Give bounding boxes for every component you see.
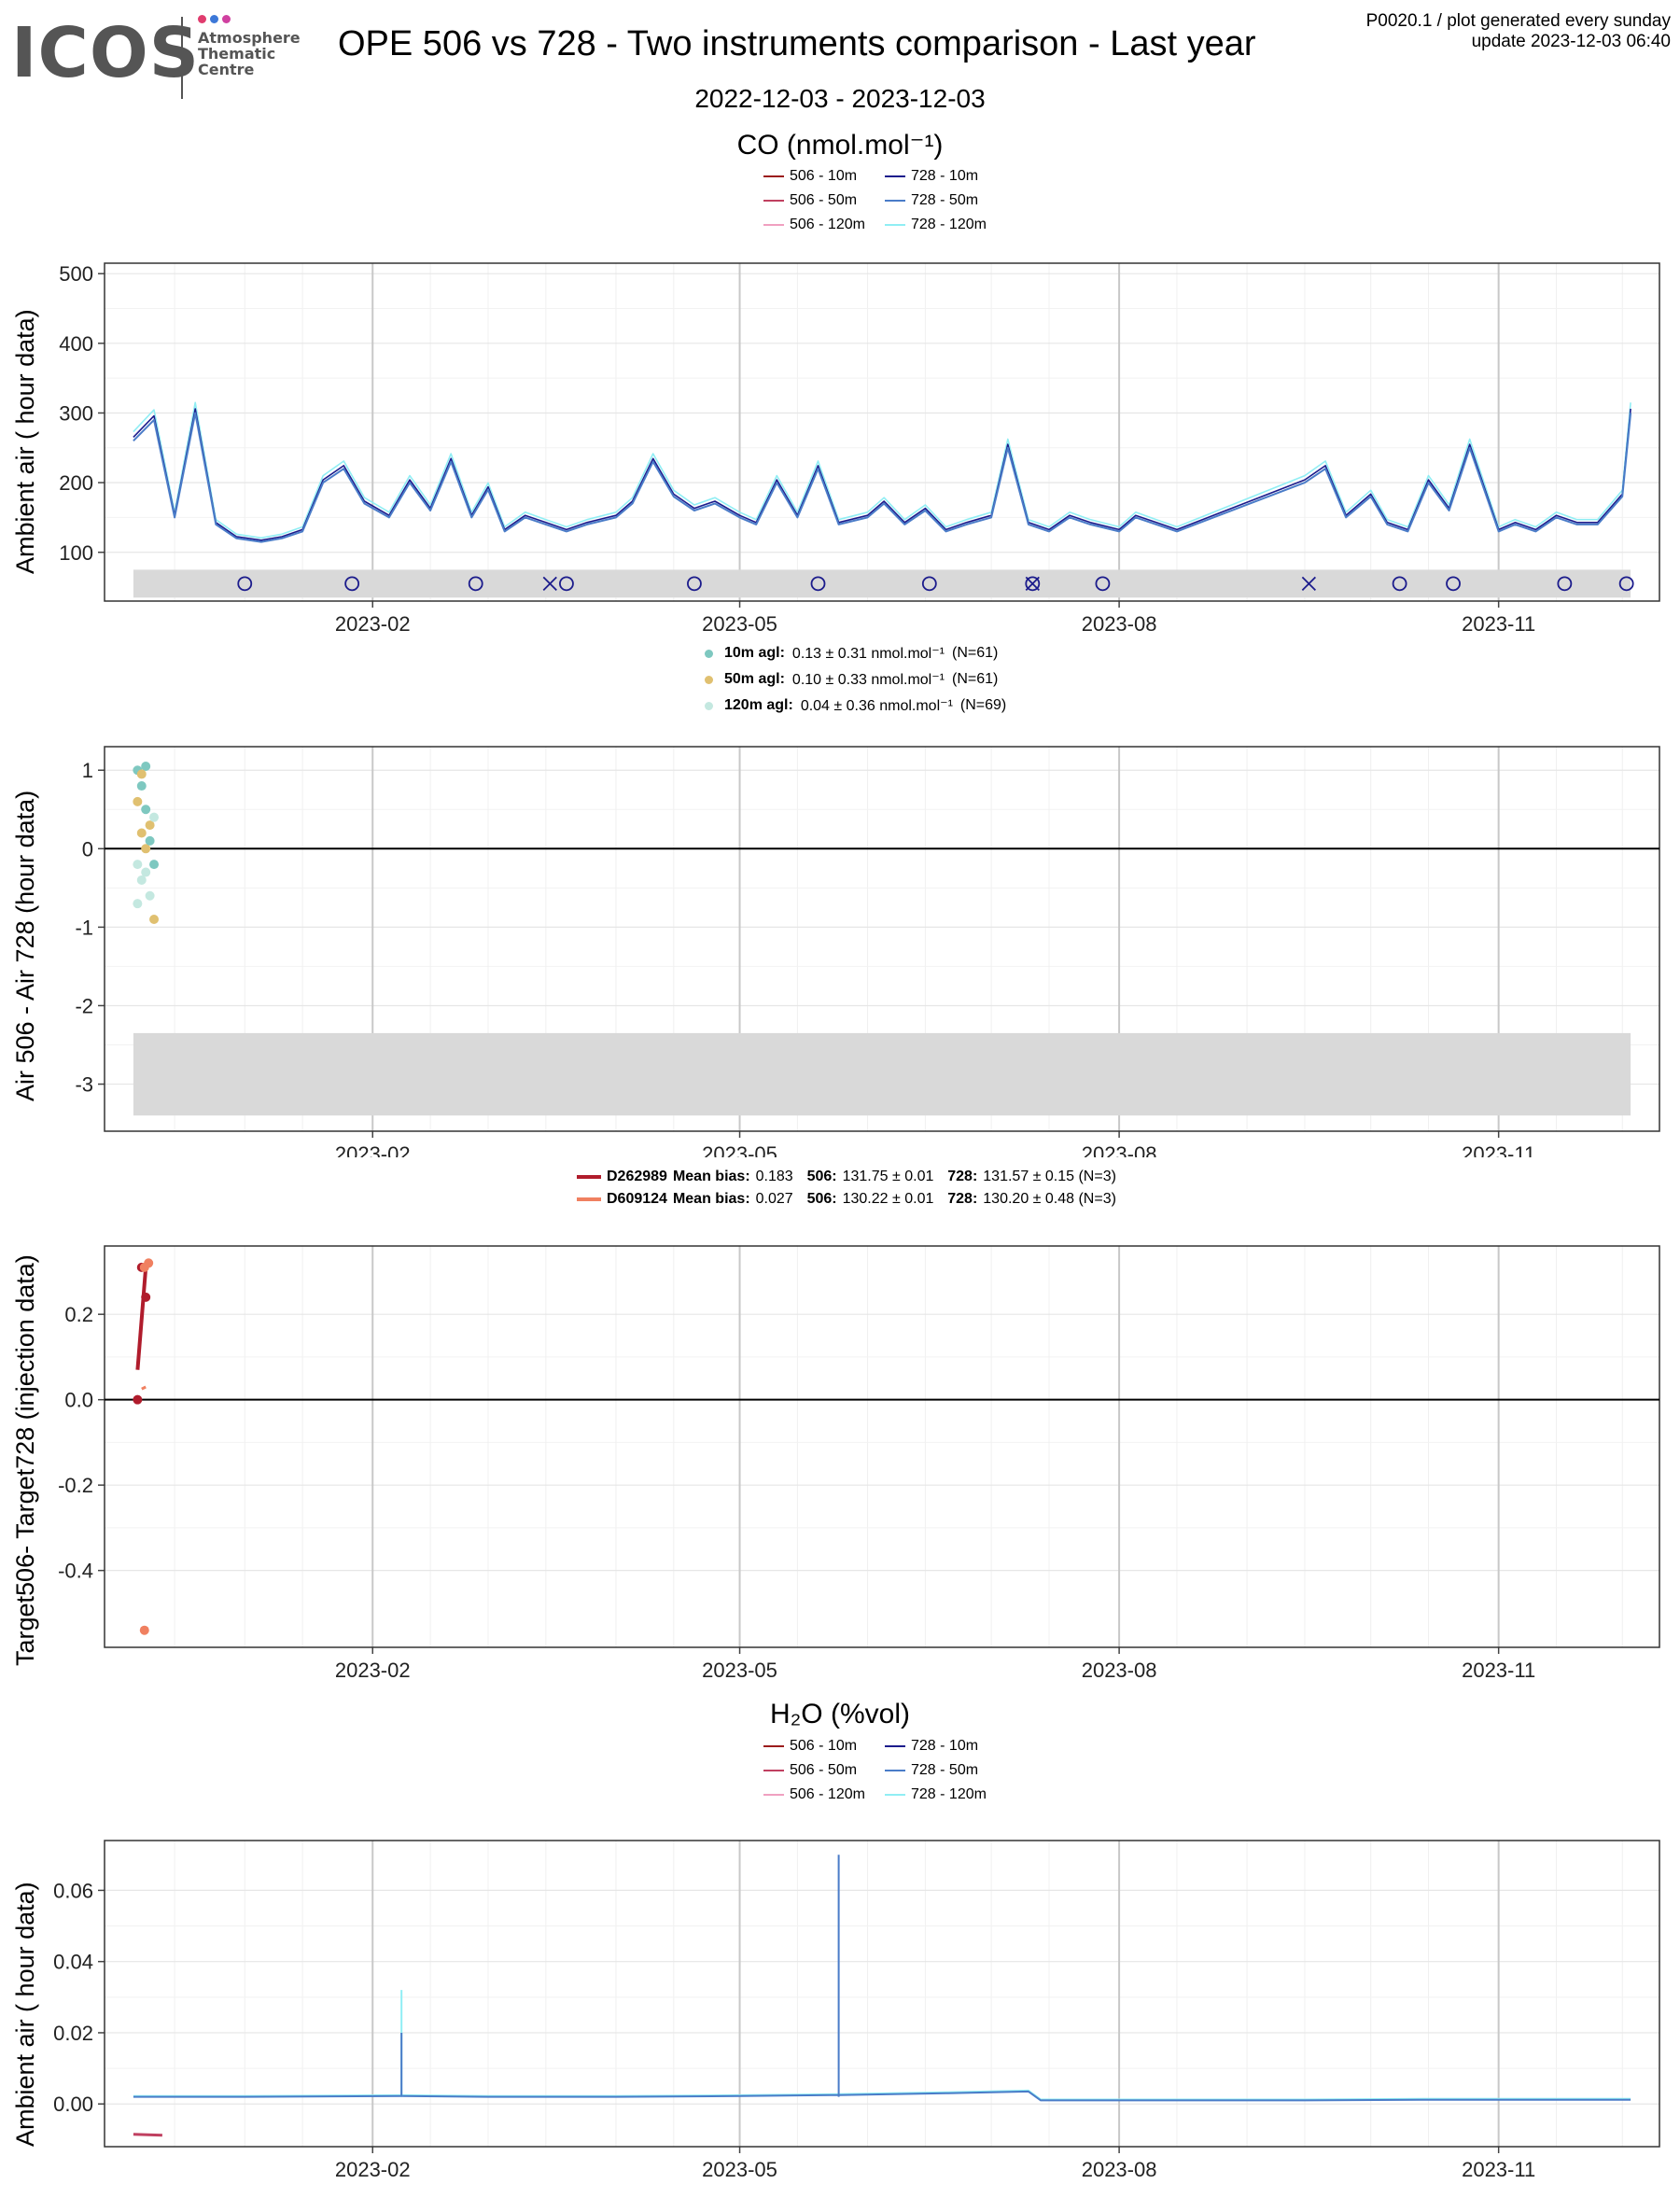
icos-logo: ICOS Atmosphere Thematic Centre (11, 13, 301, 99)
logo-dot-1 (198, 15, 206, 23)
co-title: CO (nmol.mol⁻¹) (736, 130, 944, 161)
diff-point (145, 835, 155, 846)
legend-item: 728 - 120m (885, 217, 1006, 233)
x-tick-label: 2023-05 (702, 1142, 777, 1157)
diff-point (149, 914, 160, 924)
y-tick-label: -0.4 (58, 1560, 93, 1583)
diff-point (149, 812, 160, 822)
page-title: OPE 506 vs 728 - Two instruments compari… (338, 24, 1256, 63)
x-tick-label: 2023-05 (702, 612, 777, 636)
diff-point (145, 890, 155, 901)
x-tick-label: 2023-02 (335, 1142, 411, 1157)
legend-item: 506 - 50m (763, 1762, 885, 1779)
legend-item: 10m agl: 0.13 ± 0.31 nmol.mol⁻¹ (N=61) (705, 644, 1006, 663)
h2o-chart: 2023-02 2023-05 2023-08 2023-11 0.00 0.02 0.04… (53, 1840, 1660, 2181)
plot-frame (104, 262, 1660, 602)
legend-item: 506 - 120m (763, 1786, 885, 1803)
legend-item: 728 - 50m (885, 192, 1006, 209)
x-tick-label: 2023-08 (1082, 1142, 1157, 1157)
target-legend: D262989 Mean bias: 0.183 506: 131.75 ± 0.0… (577, 1169, 1116, 1208)
legend-item: 506 - 50m (763, 192, 885, 209)
diff-point (136, 769, 147, 779)
y-tick-label: 0.04 (53, 1951, 93, 1974)
x-tick-label: 2023-02 (335, 2158, 411, 2181)
h2o-legend: 506 - 10m 728 - 10m 506 - 50m 728 - 50m … (763, 1738, 1006, 1803)
legend-item: 506 - 120m (763, 217, 885, 233)
y-tick-label: 0.02 (53, 2022, 93, 2045)
y-tick-label: 0.00 (53, 2093, 93, 2116)
y-tick-label: 1 (82, 759, 93, 782)
x-tick-label: 2023-11 (1462, 1142, 1535, 1157)
y-tick-label: 200 (59, 471, 93, 495)
x-tick-label: 2023-08 (1082, 2158, 1157, 2181)
y-tick-label: 0 (82, 837, 93, 861)
y-tick-label: 100 (59, 541, 93, 565)
legend-item: 728 - 120m (885, 1786, 1006, 1803)
y-tick-label: 0.0 (64, 1389, 93, 1412)
co-diff-legend: 10m agl: 0.13 ± 0.31 nmol.mol⁻¹ (N=61) 5… (705, 644, 1006, 715)
logo-dot-3 (222, 15, 231, 23)
legend-item: D262989 Mean bias: 0.183 506: 131.75 ± 0.0… (577, 1169, 1116, 1185)
x-tick-label: 2023-05 (702, 2158, 777, 2181)
tank-d609124-point (139, 1625, 149, 1635)
y-tick-label: -0.2 (58, 1474, 93, 1497)
y-tick-label: -3 (75, 1073, 93, 1097)
y-tick-label: 300 (59, 401, 93, 425)
tank-d609124-fit (141, 1385, 147, 1391)
diff-point (133, 899, 143, 909)
diff-point (133, 796, 143, 806)
x-tick-label: 2023-11 (1462, 1659, 1535, 1682)
diff-point (136, 828, 147, 838)
x-tick-label: 2023-11 (1462, 612, 1535, 636)
diff-point (149, 860, 160, 870)
logo-subtitle: Atmosphere Thematic Centre (198, 29, 301, 78)
tank-d609124-point (144, 1258, 154, 1268)
y-tick-label: -1 (75, 916, 93, 939)
series-728-50m (133, 412, 1632, 543)
x-tick-label: 2023-05 (702, 1659, 777, 1682)
diff-point (141, 805, 151, 815)
y-tick-label: 400 (59, 332, 93, 356)
diff-point (141, 867, 151, 877)
y-tick-label: 500 (59, 262, 93, 286)
legend-item: 120m agl: 0.04 ± 0.36 nmol.mol⁻¹ (N=69) (705, 696, 1006, 715)
series-728-10m (133, 408, 1631, 541)
legend-item: 728 - 10m (885, 1738, 1006, 1755)
plot-frame (104, 1840, 1660, 2148)
y-tick-label: -2 (75, 994, 93, 1017)
tank-d262989-point (133, 1394, 143, 1405)
legend-item: D609124 Mean bias: 0.027 506: 130.22 ± 0.0… (577, 1191, 1116, 1208)
bias-band (133, 1032, 1631, 1116)
co-legend: 506 - 10m 728 - 10m 506 - 50m 728 - 50m … (763, 168, 1006, 233)
diff-point (133, 860, 143, 870)
co-ambient-chart: 2023-02 2023-05 2023-08 2023-11 100 200 300 400… (59, 262, 1660, 636)
logo-dots (198, 15, 234, 23)
legend-item: 728 - 10m (885, 168, 1006, 185)
plot-frame (104, 1245, 1660, 1648)
legend-item: 728 - 50m (885, 1762, 1006, 1779)
diff-point (136, 781, 147, 791)
x-tick-label: 2023-08 (1082, 612, 1157, 636)
tank-d262989-fit (135, 1267, 148, 1370)
legend-item: 50m agl: 0.10 ± 0.33 nmol.mol⁻¹ (N=61) (705, 670, 1006, 689)
logo-text: ICOS (11, 13, 201, 93)
co-diff-chart: 2023-02 2023-05 2023-08 2023-11 -3 -2 -1 0 1 (75, 746, 1660, 1157)
legend-item: 506 - 10m (763, 168, 885, 185)
y-tick-label: 0.2 (64, 1303, 93, 1326)
x-tick-label: 2023-11 (1462, 2158, 1535, 2181)
tank-d262989-point (141, 1292, 151, 1302)
plot-meta: P0020.1 / plot generated every sunday up… (1365, 11, 1671, 51)
x-tick-label: 2023-02 (335, 1659, 411, 1682)
date-range: 2022-12-03 - 2023-12-03 (694, 84, 986, 113)
logo-dot-2 (210, 15, 218, 23)
x-tick-label: 2023-02 (335, 612, 411, 636)
y-tick-label: 0.06 (53, 1879, 93, 1902)
legend-item: 506 - 10m (763, 1738, 885, 1755)
h2o-title: H₂O (%vol) (770, 1699, 910, 1729)
x-tick-label: 2023-08 (1082, 1659, 1157, 1682)
target-chart: 2023-02 2023-05 2023-08 2023-11 -0.4 -0.2 0.0 0… (58, 1245, 1660, 1682)
